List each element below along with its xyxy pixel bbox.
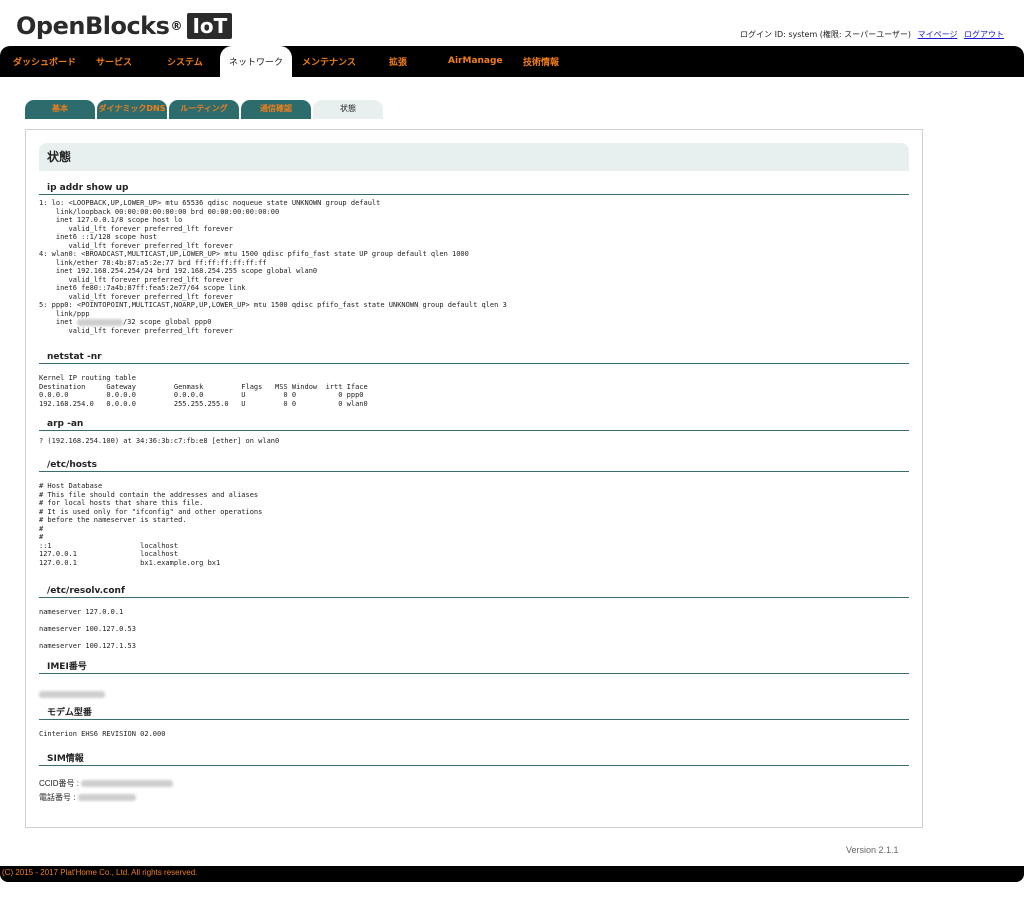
nav-maintenance[interactable]: メンテナンス: [302, 46, 356, 77]
footer-copyright: (C) 2015 - 2017 Plat'Home Co., Ltd. All …: [2, 868, 198, 877]
section-arp: arp -an ? (192.168.254.100) at 34:36:3b:…: [39, 418, 909, 446]
nav-airmanage[interactable]: AirManage: [448, 46, 503, 77]
resolv-ns2: nameserver 100.127.0.53: [39, 625, 136, 633]
hosts-heading: /etc/hosts: [39, 459, 909, 472]
section-ip-addr: ip addr show up 1: lo: <LOOPBACK,UP,LOWE…: [39, 182, 909, 335]
nav-network[interactable]: ネットワーク: [220, 46, 292, 77]
redacted-phone: [77, 794, 136, 802]
netstat-heading: netstat -nr: [39, 351, 909, 364]
modem-heading: モデム型番: [39, 707, 909, 720]
nav-dashboard[interactable]: ダッシュボード: [13, 46, 76, 77]
redacted-imei: [39, 691, 105, 698]
nav-system[interactable]: システム: [167, 46, 203, 77]
ip-addr-heading: ip addr show up: [39, 182, 909, 195]
brand-name: OpenBlocks: [16, 12, 170, 40]
status-panel: 状態 ip addr show up 1: lo: <LOOPBACK,UP,L…: [25, 129, 923, 828]
netstat-output: Kernel IP routing table Destination Gate…: [39, 374, 368, 408]
network-subtabs: 基本 ダイナミックDNS ルーティング 通信確認 状態: [25, 100, 405, 119]
ip-addr-lines-b: valid_lft forever preferred_lft forever: [39, 326, 233, 335]
imei-heading: IMEI番号: [39, 661, 909, 674]
tab-ddns[interactable]: ダイナミックDNS: [97, 100, 167, 119]
footer-bar: (C) 2015 - 2017 Plat'Home Co., Ltd. All …: [0, 866, 1024, 882]
section-netstat: netstat -nr Kernel IP routing table Dest…: [39, 351, 909, 408]
tab-basic[interactable]: 基本: [25, 100, 95, 119]
login-info: ログイン ID: system (権限: スーパーユーザー): [740, 30, 912, 39]
section-modem: モデム型番 Cinterion EHS6 REVISION 02.000: [39, 707, 909, 738]
main-nav: ダッシュボード サービス システム ネットワーク メンテナンス 拡張 AirMa…: [0, 46, 1024, 77]
ip-addr-output: 1: lo: <LOOPBACK,UP,LOWER_UP> mtu 65536 …: [39, 195, 909, 335]
ccid-label: CCID番号 :: [39, 779, 82, 788]
panel-title: 状態: [39, 143, 909, 171]
logout-link[interactable]: ログアウト: [964, 30, 1004, 39]
nav-extension[interactable]: 拡張: [389, 46, 407, 77]
phone-label: 電話番号 :: [39, 793, 78, 802]
mypage-link[interactable]: マイページ: [918, 30, 958, 39]
resolv-ns3: nameserver 100.127.1.53: [39, 642, 136, 650]
arp-output: ? (192.168.254.100) at 34:36:3b:c7:fb:e8…: [39, 437, 280, 445]
nav-services[interactable]: サービス: [96, 46, 132, 77]
hosts-output: # Host Database # This file should conta…: [39, 482, 263, 567]
resolv-ns1: nameserver 127.0.0.1: [39, 608, 124, 616]
section-sim: SIM情報 CCID番号 : 電話番号 :: [39, 753, 909, 803]
brand-iot-badge: IoT: [187, 13, 233, 39]
imei-value: [39, 684, 909, 703]
section-imei: IMEI番号: [39, 661, 909, 703]
arp-heading: arp -an: [39, 418, 909, 431]
sim-heading: SIM情報: [39, 753, 909, 766]
tab-status[interactable]: 状態: [313, 100, 383, 119]
section-resolv: /etc/resolv.conf nameserver 127.0.0.1 na…: [39, 585, 909, 650]
modem-value: Cinterion EHS6 REVISION 02.000: [39, 730, 166, 738]
user-bar: ログイン ID: system (権限: スーパーユーザー) マイページ ログア…: [740, 29, 1004, 40]
resolv-heading: /etc/resolv.conf: [39, 585, 909, 598]
redacted-ccid: [81, 780, 174, 788]
tab-comm-check[interactable]: 通信確認: [241, 100, 311, 119]
brand-registered-mark: ®: [170, 19, 183, 33]
nav-techinfo[interactable]: 技術情報: [523, 46, 559, 77]
redacted-ppp-ip: [76, 318, 123, 326]
section-hosts: /etc/hosts # Host Database # This file s…: [39, 459, 909, 567]
sim-phone-row: 電話番号 :: [39, 792, 909, 803]
ip-addr-lines-a: 1: lo: <LOOPBACK,UP,LOWER_UP> mtu 65536 …: [39, 199, 507, 318]
brand-logo: OpenBlocks ® IoT: [16, 10, 233, 42]
ip-addr-inet-suffix: /32 scope global ppp0: [122, 318, 212, 326]
ip-addr-inet-prefix: inet: [39, 318, 77, 326]
version-label: Version 2.1.1: [846, 845, 899, 855]
sim-ccid-row: CCID番号 :: [39, 778, 909, 789]
tab-routing[interactable]: ルーティング: [169, 100, 239, 119]
